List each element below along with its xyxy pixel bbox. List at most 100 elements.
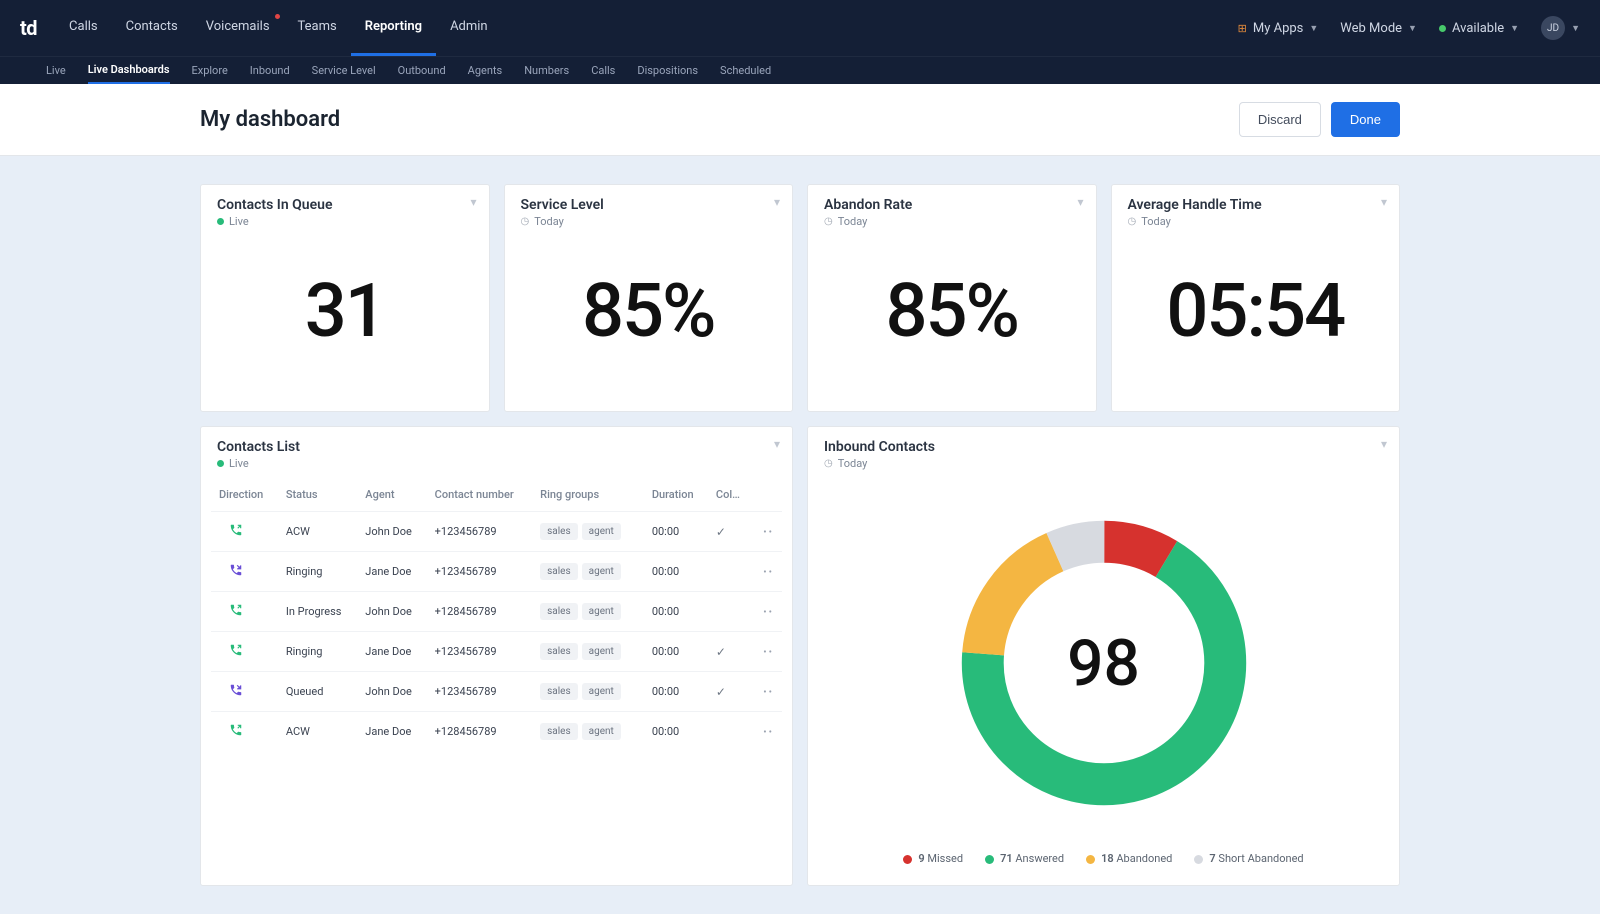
my-apps-menu[interactable]: ⊞ My Apps ▼ <box>1238 21 1319 36</box>
metric-value: 85% <box>808 232 1096 411</box>
subnav-item-dispositions[interactable]: Dispositions <box>637 58 698 83</box>
table-row[interactable]: In ProgressJohn Doe+128456789salesagent0… <box>211 592 782 632</box>
donut-total: 98 <box>944 503 1264 823</box>
check-icon: ✓ <box>716 525 726 539</box>
column-header[interactable]: Ring groups <box>532 478 644 512</box>
nav-main: CallsContactsVoicemailsTeamsReportingAdm… <box>55 0 502 56</box>
chevron-down-icon: ▼ <box>1408 23 1417 34</box>
ring-group-tag: agent <box>582 603 621 620</box>
cell-agent: John Doe <box>357 512 426 552</box>
cell-check: ✓ <box>708 672 752 712</box>
column-header[interactable]: Status <box>278 478 357 512</box>
nav-item-reporting[interactable]: Reporting <box>351 0 436 56</box>
column-header[interactable]: Direction <box>211 478 278 512</box>
chevron-down-icon: ▼ <box>1309 23 1318 34</box>
dashboard: ▾Contacts In QueueLive31▾Service Level◷T… <box>170 156 1430 914</box>
cell-status: Ringing <box>278 552 357 592</box>
row-actions-icon[interactable]: •• <box>763 567 774 578</box>
row-actions-icon[interactable]: •• <box>763 727 774 738</box>
ring-group-tag: sales <box>540 643 578 660</box>
cell-number: +128456789 <box>427 592 532 632</box>
user-menu[interactable]: JD ▼ <box>1541 16 1580 40</box>
filter-icon[interactable]: ▾ <box>1381 437 1387 451</box>
clock-icon: ◷ <box>1128 216 1137 227</box>
chevron-down-icon: ▼ <box>1571 23 1580 34</box>
done-button[interactable]: Done <box>1331 102 1400 137</box>
legend-item: 7 Short Abandoned <box>1194 852 1303 865</box>
cell-number: +123456789 <box>427 632 532 672</box>
nav-item-calls[interactable]: Calls <box>55 0 112 56</box>
metric-sub: Today <box>838 215 868 228</box>
nav-item-teams[interactable]: Teams <box>284 0 351 56</box>
subnav-item-service-level[interactable]: Service Level <box>312 58 376 83</box>
subnav-item-calls[interactable]: Calls <box>591 58 615 83</box>
contacts-title: Contacts List <box>217 439 776 455</box>
column-header[interactable]: Contact number <box>427 478 532 512</box>
table-row[interactable]: ACWJane Doe+128456789salesagent00:00•• <box>211 712 782 752</box>
subnav-item-inbound[interactable]: Inbound <box>250 58 290 83</box>
filter-icon[interactable]: ▾ <box>1077 195 1083 209</box>
subnav-item-live[interactable]: Live <box>46 58 66 83</box>
cell-duration: 00:00 <box>644 632 708 672</box>
table-row[interactable]: RingingJane Doe+123456789salesagent00:00… <box>211 552 782 592</box>
legend-item: 9 Missed <box>903 852 963 865</box>
discard-button[interactable]: Discard <box>1239 102 1321 137</box>
cell-duration: 00:00 <box>644 552 708 592</box>
row-actions-icon[interactable]: •• <box>763 647 774 658</box>
metric-sub: Today <box>1141 215 1171 228</box>
row-actions-icon[interactable]: •• <box>763 527 774 538</box>
legend-swatch <box>903 855 912 864</box>
cell-number: +123456789 <box>427 512 532 552</box>
cell-duration: 00:00 <box>644 672 708 712</box>
cell-check <box>708 592 752 632</box>
ring-group-tag: sales <box>540 723 578 740</box>
subnav-item-scheduled[interactable]: Scheduled <box>720 58 771 83</box>
contacts-list-card: ▾ Contacts List Live DirectionStatusAgen… <box>200 426 793 886</box>
subnav-item-explore[interactable]: Explore <box>192 58 228 83</box>
cell-ring-groups: salesagent <box>532 552 644 592</box>
metric-title: Average Handle Time <box>1128 197 1384 213</box>
metric-title: Service Level <box>521 197 777 213</box>
cell-status: Queued <box>278 672 357 712</box>
subnav-item-live-dashboards[interactable]: Live Dashboards <box>88 57 170 84</box>
metric-sub: Today <box>534 215 564 228</box>
column-header[interactable]: Agent <box>357 478 426 512</box>
call-direction-icon <box>229 523 243 537</box>
row-actions-icon[interactable]: •• <box>763 607 774 618</box>
table-row[interactable]: ACWJohn Doe+123456789salesagent00:00✓•• <box>211 512 782 552</box>
table-row[interactable]: QueuedJohn Doe+123456789salesagent00:00✓… <box>211 672 782 712</box>
cell-agent: Jane Doe <box>357 552 426 592</box>
inbound-sub: Today <box>838 457 868 470</box>
column-header[interactable]: Col… <box>708 478 752 512</box>
filter-icon[interactable]: ▾ <box>774 437 780 451</box>
nav-item-admin[interactable]: Admin <box>436 0 502 56</box>
web-mode-menu[interactable]: Web Mode ▼ <box>1340 21 1417 36</box>
subnav-item-numbers[interactable]: Numbers <box>524 58 569 83</box>
cell-duration: 00:00 <box>644 592 708 632</box>
my-apps-label: My Apps <box>1253 21 1304 36</box>
cell-duration: 00:00 <box>644 712 708 752</box>
column-header[interactable]: Duration <box>644 478 708 512</box>
subnav-item-agents[interactable]: Agents <box>468 58 503 83</box>
row-actions-icon[interactable]: •• <box>763 687 774 698</box>
availability-menu[interactable]: Available ▼ <box>1439 21 1519 36</box>
cell-ring-groups: salesagent <box>532 672 644 712</box>
subnav-item-outbound[interactable]: Outbound <box>398 58 446 83</box>
cell-check <box>708 712 752 752</box>
page-title: My dashboard <box>200 107 340 132</box>
legend-swatch <box>1086 855 1095 864</box>
cell-duration: 00:00 <box>644 512 708 552</box>
check-icon: ✓ <box>716 645 726 659</box>
filter-icon[interactable]: ▾ <box>470 195 476 209</box>
table-row[interactable]: RingingJane Doe+123456789salesagent00:00… <box>211 632 782 672</box>
filter-icon[interactable]: ▾ <box>1381 195 1387 209</box>
filter-icon[interactable]: ▾ <box>774 195 780 209</box>
nav-right: ⊞ My Apps ▼ Web Mode ▼ Available ▼ JD ▼ <box>1238 16 1580 40</box>
call-direction-icon <box>229 563 243 577</box>
nav-item-voicemails[interactable]: Voicemails <box>192 0 284 56</box>
nav-item-contacts[interactable]: Contacts <box>112 0 192 56</box>
availability-label: Available <box>1452 21 1504 36</box>
ring-group-tag: sales <box>540 603 578 620</box>
ring-group-tag: agent <box>582 523 621 540</box>
metric-title: Abandon Rate <box>824 197 1080 213</box>
